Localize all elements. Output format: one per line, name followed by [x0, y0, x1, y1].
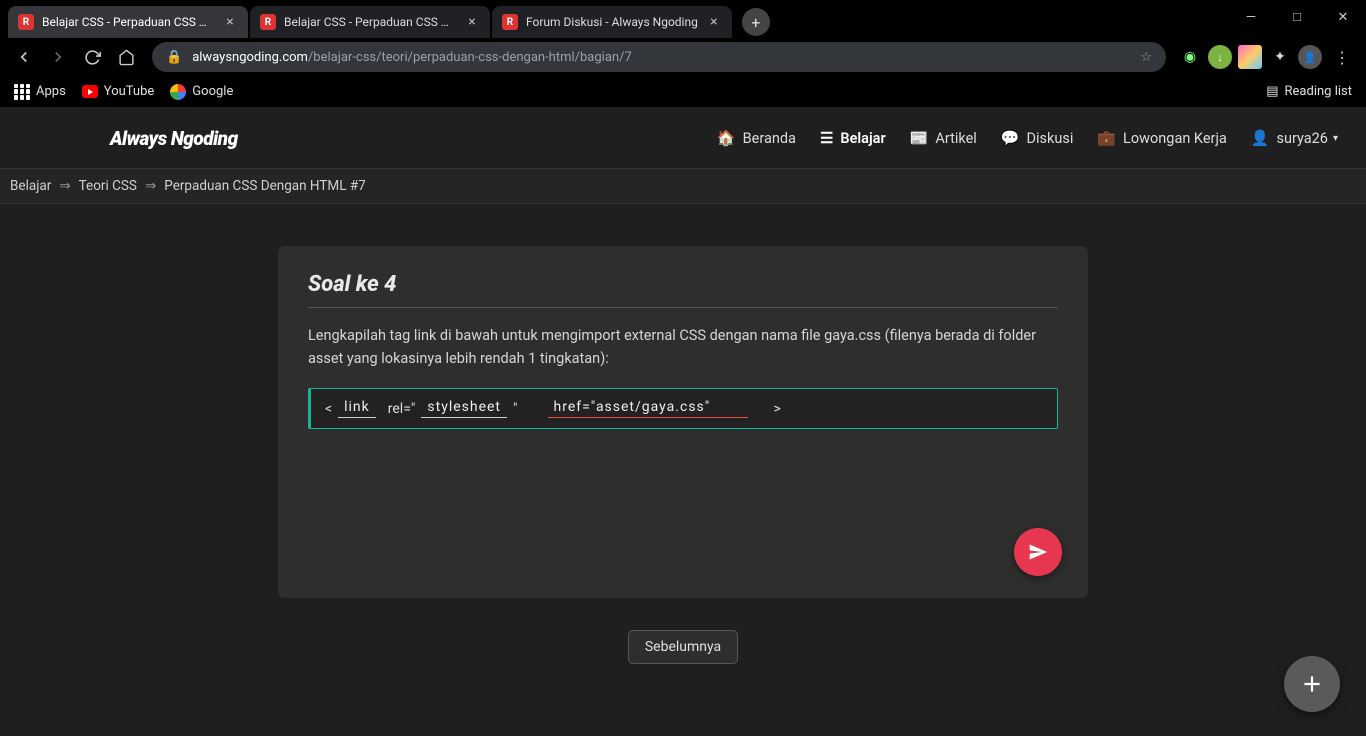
- forward-button[interactable]: [44, 43, 72, 71]
- divider: [308, 307, 1058, 308]
- question-desc: Lengkapilah tag link di bawah untuk meng…: [308, 324, 1058, 370]
- apps-shortcut[interactable]: Apps: [14, 84, 66, 100]
- site-brand[interactable]: Always Ngoding: [110, 127, 238, 150]
- list-icon: ☰: [820, 129, 833, 147]
- bookmark-star-icon[interactable]: ☆: [1140, 50, 1152, 65]
- reading-list-button[interactable]: ▤ Reading list: [1266, 84, 1352, 99]
- blank-tag-input[interactable]: link: [338, 399, 376, 418]
- paper-plane-icon: [1028, 542, 1048, 562]
- home-button[interactable]: [112, 43, 140, 71]
- nav-home[interactable]: 🏠Beranda: [717, 129, 796, 147]
- blank-rel-input[interactable]: stylesheet: [421, 399, 507, 418]
- extensions-puzzle-icon[interactable]: ✦: [1268, 45, 1292, 69]
- blank-href-input[interactable]: href="asset/gaya.css": [548, 399, 748, 418]
- page-content: Always Ngoding 🏠Beranda ☰Belajar 📰Artike…: [0, 108, 1366, 736]
- breadcrumb-item[interactable]: Teori CSS: [79, 178, 137, 194]
- browser-tab[interactable]: R Forum Diskusi - Always Ngoding ×: [492, 6, 732, 38]
- extension-icon[interactable]: [1238, 45, 1262, 69]
- favicon-icon: R: [502, 14, 518, 30]
- tab-close-icon[interactable]: ×: [222, 14, 238, 30]
- breadcrumb-current: Perpaduan CSS Dengan HTML #7: [164, 178, 365, 194]
- plus-icon: [1299, 671, 1325, 697]
- apps-label: Apps: [36, 84, 66, 99]
- window-minimize[interactable]: —: [1228, 0, 1274, 34]
- tab-title: Forum Diskusi - Always Ngoding: [526, 15, 698, 29]
- tab-title: Belajar CSS - Perpaduan CSS Den: [42, 15, 214, 29]
- favicon-icon: R: [18, 14, 34, 30]
- reading-list-label: Reading list: [1285, 84, 1352, 99]
- window-close[interactable]: ✕: [1320, 0, 1366, 34]
- tab-close-icon[interactable]: ×: [706, 14, 722, 30]
- chat-icon: 💬: [1001, 129, 1020, 147]
- newspaper-icon: 📰: [910, 129, 929, 147]
- tab-title: Belajar CSS - Perpaduan CSS Den: [284, 15, 456, 29]
- bookmark-label: Google: [192, 84, 233, 99]
- bookmark-label: YouTube: [104, 84, 155, 99]
- briefcase-icon: 💼: [1097, 129, 1116, 147]
- lock-icon: 🔒: [166, 50, 182, 65]
- extension-icon[interactable]: ↓: [1208, 45, 1232, 69]
- apps-grid-icon: [14, 84, 30, 100]
- breadcrumb-item[interactable]: Belajar: [10, 178, 51, 194]
- floating-add-button[interactable]: [1284, 656, 1340, 712]
- reload-button[interactable]: [78, 43, 106, 71]
- browser-menu-button[interactable]: ⋮: [1328, 43, 1356, 71]
- tab-close-icon[interactable]: ×: [464, 14, 480, 30]
- question-card: Soal ke 4 Lengkapilah tag link di bawah …: [278, 246, 1088, 598]
- browser-tab-active[interactable]: R Belajar CSS - Perpaduan CSS Den ×: [8, 6, 248, 38]
- reading-list-icon: ▤: [1266, 84, 1278, 99]
- url-text: alwaysngoding.com/belajar-css/teori/perp…: [192, 50, 1130, 65]
- breadcrumb-sep-icon: ⇒: [59, 178, 70, 194]
- submit-button[interactable]: [1014, 528, 1062, 576]
- nav-jobs[interactable]: 💼Lowongan Kerja: [1097, 129, 1226, 147]
- profile-avatar[interactable]: 👤: [1298, 45, 1322, 69]
- nav-discuss[interactable]: 💬Diskusi: [1001, 129, 1074, 147]
- bookmark-youtube[interactable]: YouTube: [82, 84, 155, 100]
- window-maximize[interactable]: □: [1274, 0, 1320, 34]
- browser-tab[interactable]: R Belajar CSS - Perpaduan CSS Den ×: [250, 6, 490, 38]
- browser-toolbar: 🔒 alwaysngoding.com/belajar-css/teori/pe…: [0, 38, 1366, 76]
- previous-button[interactable]: Sebelumnya: [628, 630, 738, 664]
- favicon-icon: R: [260, 14, 276, 30]
- bookmarks-bar: Apps YouTube Google ▤ Reading list: [0, 76, 1366, 108]
- question-title: Soal ke 4: [308, 272, 1058, 297]
- youtube-icon: [82, 84, 98, 100]
- new-tab-button[interactable]: +: [742, 8, 770, 36]
- nav-user-menu[interactable]: 👤surya26▾: [1251, 129, 1338, 147]
- chevron-down-icon: ▾: [1333, 133, 1338, 144]
- google-icon: [170, 84, 186, 100]
- nav-learn[interactable]: ☰Belajar: [820, 129, 886, 147]
- site-navbar: Always Ngoding 🏠Beranda ☰Belajar 📰Artike…: [0, 108, 1366, 168]
- breadcrumb-sep-icon: ⇒: [145, 178, 156, 194]
- user-icon: 👤: [1251, 129, 1270, 147]
- bookmark-google[interactable]: Google: [170, 84, 233, 100]
- address-bar[interactable]: 🔒 alwaysngoding.com/belajar-css/teori/pe…: [152, 42, 1166, 72]
- code-fill-box: < link rel=" stylesheet " href="asset/ga…: [308, 388, 1058, 429]
- nav-article[interactable]: 📰Artikel: [910, 129, 977, 147]
- extension-icon[interactable]: ◉: [1178, 45, 1202, 69]
- home-icon: 🏠: [717, 129, 736, 147]
- breadcrumb: Belajar ⇒ Teori CSS ⇒ Perpaduan CSS Deng…: [0, 168, 1366, 204]
- browser-tabstrip: R Belajar CSS - Perpaduan CSS Den × R Be…: [0, 0, 1366, 38]
- back-button[interactable]: [10, 43, 38, 71]
